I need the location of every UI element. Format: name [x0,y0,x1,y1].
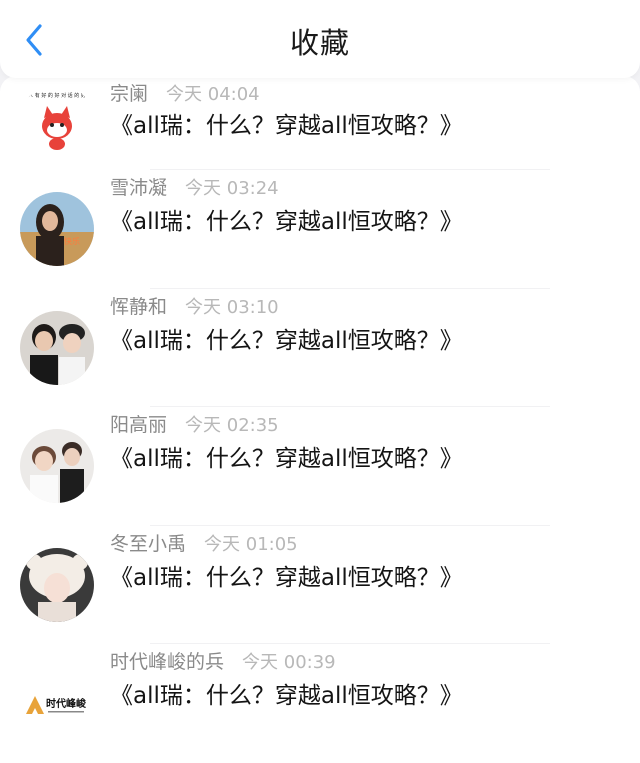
avatar[interactable]: 人 有 好 的 好 对 话 的 好 [20,84,94,158]
sender-name: 宗阑 [110,83,149,105]
timestamp: 今天 03:10 [185,296,279,318]
list-item[interactable]: 快乐 雪沛凝 今天 03:24 《all瑞：什么？穿越all恒攻略？》 [0,170,640,289]
message-text: 《all瑞：什么？穿越all恒攻略？》 [110,564,463,591]
timestamp: 今天 00:39 [242,652,336,673]
avatar-caption: 人 有 好 的 好 对 话 的 好 [28,92,86,99]
girl-fur-hat-avatar-icon [20,547,94,622]
avatar[interactable]: 快乐 [20,192,94,266]
avatar-caption: 时代峰峻 [46,697,87,710]
avatar[interactable] [20,547,94,622]
sender-name: 雪沛凝 [110,177,168,199]
timestamp: 今天 02:35 [185,415,279,436]
message-text: 《all瑞：什么？穿越all恒攻略？》 [110,327,463,354]
list-item[interactable]: 阳高丽 今天 02:35 《all瑞：什么？穿越all恒攻略？》 [0,407,640,526]
sender-name: 恽静和 [110,295,168,318]
message-text: 《all瑞：什么？穿越all恒攻略？》 [110,683,463,709]
list-item[interactable]: 恽静和 今天 03:10 《all瑞：什么？穿越all恒攻略？》 [0,289,640,407]
favorites-list: 人 有 好 的 好 对 话 的 好 宗阑 今天 04:04 《all瑞：什么？穿越… [0,76,640,763]
message-text: 《all瑞：什么？穿越all恒攻略？》 [110,209,463,235]
timestamp: 今天 01:05 [204,533,298,555]
boys-photo-avatar-icon [20,429,94,503]
avatar[interactable] [20,310,94,385]
timestamp: 今天 03:24 [185,178,279,199]
cartoon-fox-avatar-icon: 人 有 好 的 好 对 话 的 好 [20,84,94,158]
couple-photo-avatar-icon [20,310,94,385]
avatar[interactable] [20,429,94,503]
message-text: 《all瑞：什么？穿越all恒攻略？》 [110,446,463,472]
sender-name: 阳高丽 [110,414,168,436]
list-item[interactable]: 冬至小禹 今天 01:05 《all瑞：什么？穿越all恒攻略？》 [0,526,640,644]
girl-photo-avatar-icon: 快乐 [20,192,94,266]
sender-name: 时代峰峻的兵 [110,651,225,673]
message-text: 《all瑞：什么？穿越all恒攻略？》 [110,113,463,139]
avatar-caption: 快乐 [64,236,80,246]
page-title: 收藏 [289,26,350,60]
list-item[interactable]: 时代峰峻 时代峰峻的兵 今天 00:39 《all瑞：什么？穿越all恒攻略？》 [0,644,640,763]
sender-name: 冬至小禹 [110,532,187,555]
top-bar: 收藏 [0,0,640,78]
avatar[interactable]: 时代峰峻 [20,666,94,740]
timestamp: 今天 04:04 [166,84,260,105]
list-item[interactable]: 人 有 好 的 好 对 话 的 好 宗阑 今天 04:04 《all瑞：什么？穿越… [0,76,640,170]
logo-avatar-icon: 时代峰峻 [20,666,94,740]
